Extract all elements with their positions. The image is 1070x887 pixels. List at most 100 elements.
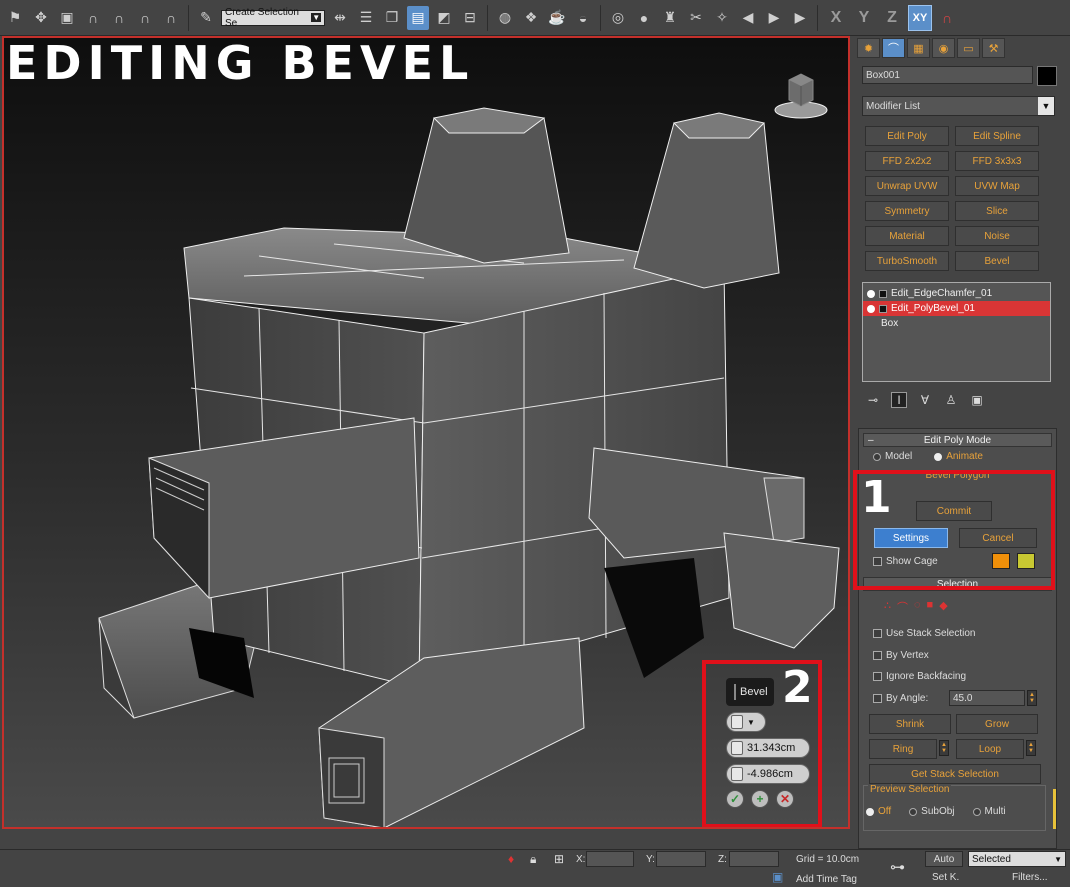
lightbulb-icon[interactable] xyxy=(867,289,875,298)
loop-button[interactable]: Loop xyxy=(956,739,1024,759)
bevel-height-field[interactable]: 31.343cm xyxy=(726,738,810,758)
play-icon[interactable]: ▶ xyxy=(763,6,785,30)
angle-spinner[interactable]: ▲ ▼ xyxy=(1027,690,1037,706)
shirt-icon[interactable]: ♜ xyxy=(659,6,681,30)
edit-named-sets-icon[interactable]: ✎ xyxy=(195,6,217,30)
selection-set-dropdown[interactable]: Create Selection Se ▼ xyxy=(221,7,325,29)
curve-editor-icon[interactable]: ◩ xyxy=(433,6,455,30)
mod-button-bevel[interactable]: Bevel xyxy=(955,251,1039,271)
material-editor-icon[interactable]: ◍ xyxy=(494,6,516,30)
mirror-icon[interactable]: ⇹ xyxy=(329,6,351,30)
transform-mode-icon[interactable]: ⊞ xyxy=(554,852,564,866)
globe-icon[interactable]: ◎ xyxy=(607,6,629,30)
modify-tab-icon[interactable]: ⌒ xyxy=(882,38,905,58)
configure-sets-icon[interactable]: ▣ xyxy=(969,392,985,408)
hierarchy-tab-icon[interactable]: ▦ xyxy=(907,38,930,58)
display-tab-icon[interactable]: ▭ xyxy=(957,38,980,58)
mod-button-unwrap-uvw[interactable]: Unwrap UVW xyxy=(865,176,949,196)
preview-multi-radio[interactable]: Multi xyxy=(972,806,1006,817)
vertex-icon[interactable]: ∴ xyxy=(884,599,891,615)
bevel-type-dropdown[interactable]: ▼ xyxy=(726,712,766,732)
mod-button-ffd2[interactable]: FFD 2x2x2 xyxy=(865,151,949,171)
filters-button[interactable]: Filters... xyxy=(1012,872,1048,883)
add-time-tag-label[interactable]: Add Time Tag xyxy=(796,874,857,885)
by-vertex-checkbox[interactable]: By Vertex xyxy=(873,650,929,661)
expand-icon[interactable] xyxy=(879,304,887,313)
snap-magnet-icon[interactable]: ∩ xyxy=(936,6,958,30)
caddy-title[interactable]: Bevel xyxy=(726,678,774,706)
schematic-view-icon[interactable]: ⊟ xyxy=(459,6,481,30)
expand-icon[interactable] xyxy=(879,289,887,298)
object-color-swatch[interactable] xyxy=(1037,66,1057,86)
preview-subobj-radio[interactable]: SubObj xyxy=(909,806,955,817)
polygon-icon[interactable]: ■ xyxy=(927,599,934,615)
animate-radio[interactable]: Animate xyxy=(934,451,983,462)
object-name-field[interactable]: Box001 xyxy=(862,66,1033,84)
border-icon[interactable]: ◌ xyxy=(914,599,921,615)
mod-button-edit-poly[interactable]: Edit Poly xyxy=(865,126,949,146)
mod-button-uvw-map[interactable]: UVW Map xyxy=(955,176,1039,196)
mod-button-noise[interactable]: Noise xyxy=(955,226,1039,246)
axis-z-button[interactable]: Z xyxy=(880,5,904,31)
align-icon[interactable]: ☰ xyxy=(355,6,377,30)
element-icon[interactable]: ◆ xyxy=(939,599,947,615)
remove-modifier-icon[interactable]: ♙ xyxy=(943,392,959,408)
auto-key-button[interactable]: Auto xyxy=(925,851,963,867)
stack-item-base[interactable]: Box xyxy=(863,316,1050,331)
utilities-tab-icon[interactable]: ⚒ xyxy=(982,38,1005,58)
sphere-icon[interactable]: ● xyxy=(633,6,655,30)
key-filter-dropdown[interactable]: Selected ▼ xyxy=(968,851,1066,867)
viewcube-icon[interactable] xyxy=(772,68,830,126)
play-back-icon[interactable]: ◀ xyxy=(737,6,759,30)
tape-icon[interactable]: ✂ xyxy=(685,6,707,30)
y-field[interactable] xyxy=(656,851,706,867)
axis-x-button[interactable]: X xyxy=(824,5,848,31)
scene-explorer-icon[interactable]: ▤ xyxy=(407,5,429,30)
ring-button[interactable]: Ring xyxy=(869,739,937,759)
mod-button-material[interactable]: Material xyxy=(865,226,949,246)
lock-icon[interactable]: 🔒︎ xyxy=(530,852,536,867)
ring-spinner[interactable]: ▲ ▼ xyxy=(939,740,949,756)
preview-off-radio[interactable]: Off xyxy=(866,806,891,817)
mod-button-edit-spline[interactable]: Edit Spline xyxy=(955,126,1039,146)
bookmark-icon[interactable]: ⚑ xyxy=(4,6,26,30)
snap-percent-icon[interactable]: ∩ xyxy=(134,6,156,30)
edge-icon[interactable]: ⌒ xyxy=(897,599,908,615)
axis-xy-button[interactable]: XY xyxy=(908,4,932,31)
shrink-button[interactable]: Shrink xyxy=(869,714,951,734)
show-end-result-icon[interactable]: I xyxy=(891,392,907,408)
stack-item-selected[interactable]: Edit_PolyBevel_01 xyxy=(863,301,1050,316)
perspective-viewport[interactable]: EDITING BEVEL 2 Bevel ▼ 31.343cm -4.986c… xyxy=(2,36,850,829)
use-stack-checkbox[interactable]: Use Stack Selection xyxy=(873,628,976,639)
move-icon[interactable]: ✥ xyxy=(30,6,52,30)
snap-3d-icon[interactable]: ∩ xyxy=(82,6,104,30)
grow-button[interactable]: Grow xyxy=(956,714,1038,734)
x-field[interactable] xyxy=(586,851,634,867)
edit-poly-mode-header[interactable]: – Edit Poly Mode xyxy=(863,433,1052,447)
snap-angle-icon[interactable]: ∩ xyxy=(108,6,130,30)
check-icon[interactable]: ✓ xyxy=(726,790,744,808)
ignore-backfacing-checkbox[interactable]: Ignore Backfacing xyxy=(873,671,966,682)
layers-icon[interactable]: ❐ xyxy=(381,6,403,30)
modifier-list-dropdown[interactable]: Modifier List ▼ xyxy=(862,96,1055,116)
stack-item[interactable]: Edit_EdgeChamfer_01 xyxy=(863,286,1050,301)
by-angle-checkbox[interactable]: By Angle: xyxy=(873,693,928,704)
render-setup-icon[interactable]: ❖ xyxy=(520,6,542,30)
brush-icon[interactable]: ✧ xyxy=(711,6,733,30)
mod-button-turbosmooth[interactable]: TurboSmooth xyxy=(865,251,949,271)
pin-stack-icon[interactable]: ⊸ xyxy=(865,392,881,408)
mod-button-symmetry[interactable]: Symmetry xyxy=(865,201,949,221)
z-field[interactable] xyxy=(729,851,779,867)
angle-field[interactable]: 45.0 xyxy=(949,690,1025,706)
play-forward-icon[interactable]: ▶ xyxy=(789,6,811,30)
set-key-label[interactable]: Set K. xyxy=(932,872,959,883)
key-icon[interactable]: ⊶ xyxy=(890,858,905,876)
lightbulb-icon[interactable] xyxy=(867,304,875,313)
render-icon[interactable]: ◒ xyxy=(572,6,594,30)
model-radio[interactable]: Model xyxy=(873,451,912,462)
get-stack-selection-button[interactable]: Get Stack Selection xyxy=(869,764,1041,784)
plus-icon[interactable]: + xyxy=(751,790,769,808)
dialog-icon[interactable]: ▣ xyxy=(56,6,78,30)
motion-tab-icon[interactable]: ◉ xyxy=(932,38,955,58)
create-tab-icon[interactable]: ✹ xyxy=(857,38,880,58)
